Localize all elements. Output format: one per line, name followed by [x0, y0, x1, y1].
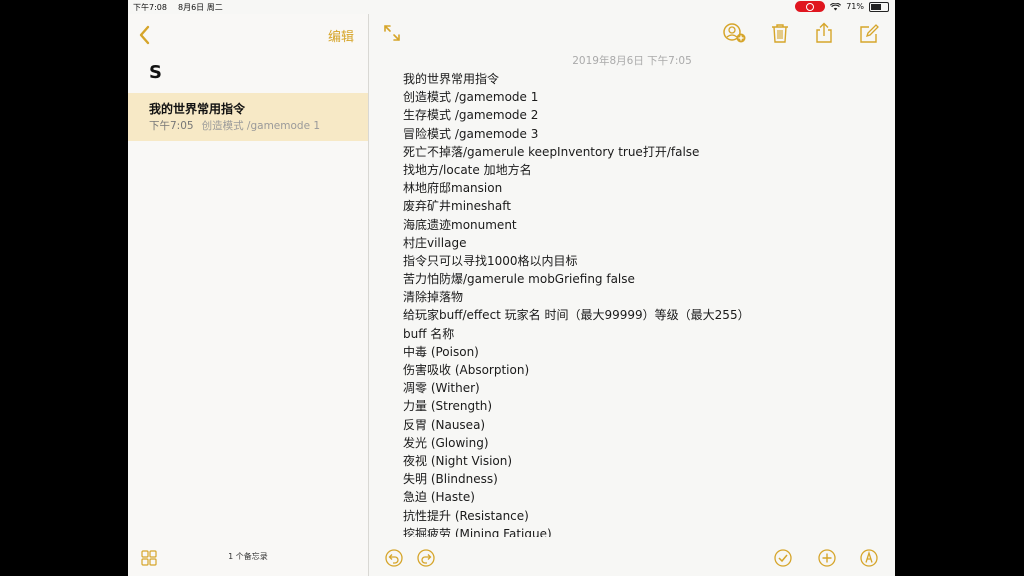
note-line: 发光 (Glowing) — [403, 435, 489, 450]
chevron-left-icon — [139, 25, 150, 45]
notes-list-sidebar: 编辑 S 我的世界常用指令 下午7:05 创造模式 /gamemode 1 1 个… — [128, 14, 369, 576]
checklist-button[interactable] — [774, 549, 792, 567]
battery-level — [871, 3, 881, 10]
add-people-button[interactable] — [723, 22, 747, 48]
add-icon — [818, 549, 836, 567]
note-line: 伤害吸收 (Absorption) — [403, 363, 530, 377]
battery-percent: 71% — [846, 2, 864, 11]
compose-icon — [860, 24, 879, 43]
record-icon — [806, 2, 815, 11]
note-line: 给玩家buff/effect 玩家名 时间（最大99999）等级（最大255） — [403, 308, 750, 323]
status-bar: 下午7:08 8月6日 周二 71% — [128, 0, 895, 14]
note-body[interactable]: 我的世界常用指令创造模式 /gamemode 1 生存模式 /gamemode 2… — [403, 70, 873, 537]
note-line: 林地府邸mansion — [403, 181, 503, 196]
note-line: 抗性提升 (Resistance) — [403, 508, 529, 523]
note-line: 海底遗迹monument — [403, 217, 517, 232]
note-editor: 2019年8月6日 下午7:05 我的世界常用指令创造模式 /gamemode … — [369, 14, 895, 576]
note-line: 失明 (Blindness) — [403, 472, 498, 487]
add-person-icon — [723, 23, 746, 43]
add-attachment-button[interactable] — [818, 549, 836, 567]
note-line: 苦力怕防爆/gamerule mobGriefing false — [403, 272, 635, 287]
note-line: 清除掉落物 — [403, 290, 464, 305]
note-line: 废弃矿井mineshaft — [403, 199, 511, 214]
folder-title: S — [149, 62, 162, 83]
note-line: 创造模式 /gamemode 1 — [403, 90, 539, 105]
note-heading-line: 我的世界常用指令 — [403, 72, 500, 86]
note-line: 力量 (Strength) — [403, 399, 493, 414]
status-indicators: 71% — [795, 1, 889, 12]
undo-button[interactable] — [385, 549, 403, 567]
note-line: 死亡不掉落/gamerule keepInventory true打开/fals… — [403, 144, 700, 159]
edit-button[interactable]: 编辑 — [328, 26, 354, 45]
note-count: 1 个备忘录 — [228, 552, 268, 561]
expand-icon — [384, 25, 400, 41]
note-meta: 下午7:05 创造模式 /gamemode 1 — [149, 118, 320, 133]
note-line: 找地方/locate 加地方名 — [403, 162, 532, 177]
note-line: 村庄village — [403, 235, 467, 250]
note-list-item[interactable]: 我的世界常用指令 下午7:05 创造模式 /gamemode 1 — [128, 93, 368, 141]
note-line: 急迫 (Haste) — [403, 490, 475, 505]
note-line: 指令只可以寻找1000格以内目标 — [403, 253, 578, 268]
battery-icon — [869, 1, 889, 12]
checklist-icon — [774, 549, 792, 567]
wifi-icon — [830, 2, 842, 10]
undo-icon — [385, 549, 403, 567]
note-date: 2019年8月6日 下午7:05 — [572, 55, 692, 67]
trash-icon — [772, 24, 788, 43]
back-button[interactable] — [136, 24, 154, 46]
expand-button[interactable] — [383, 24, 401, 46]
share-button[interactable] — [815, 22, 833, 48]
note-time: 下午7:05 — [149, 120, 194, 132]
share-icon — [816, 22, 832, 43]
markup-button[interactable] — [860, 549, 878, 567]
ipad-screen: 下午7:08 8月6日 周二 71% 编辑 S 我的世界常用指令 下午7:05 … — [128, 0, 895, 576]
compose-button[interactable] — [859, 24, 879, 48]
delete-button[interactable] — [771, 23, 789, 47]
note-line: 反胃 (Nausea) — [403, 417, 486, 432]
note-line: 挖掘疲劳 (Mining Fatigue) — [403, 526, 552, 537]
note-line: 夜视 (Night Vision) — [403, 453, 513, 468]
redo-button[interactable] — [417, 549, 435, 567]
note-line: 冒险模式 /gamemode 3 — [403, 126, 539, 141]
note-line: 生存模式 /gamemode 2 — [403, 108, 539, 123]
redo-icon — [417, 549, 435, 567]
status-time: 下午7:08 — [133, 3, 167, 12]
note-line: 中毒 (Poison) — [403, 344, 479, 359]
note-line: 凋零 (Wither) — [403, 381, 480, 396]
note-snippet: 创造模式 /gamemode 1 — [201, 120, 321, 132]
markup-icon — [860, 549, 878, 567]
status-date: 8月6日 周二 — [178, 3, 223, 12]
note-line: buff 名称 — [403, 326, 455, 341]
note-title: 我的世界常用指令 — [149, 102, 246, 116]
screen-recording-indicator — [795, 1, 826, 12]
